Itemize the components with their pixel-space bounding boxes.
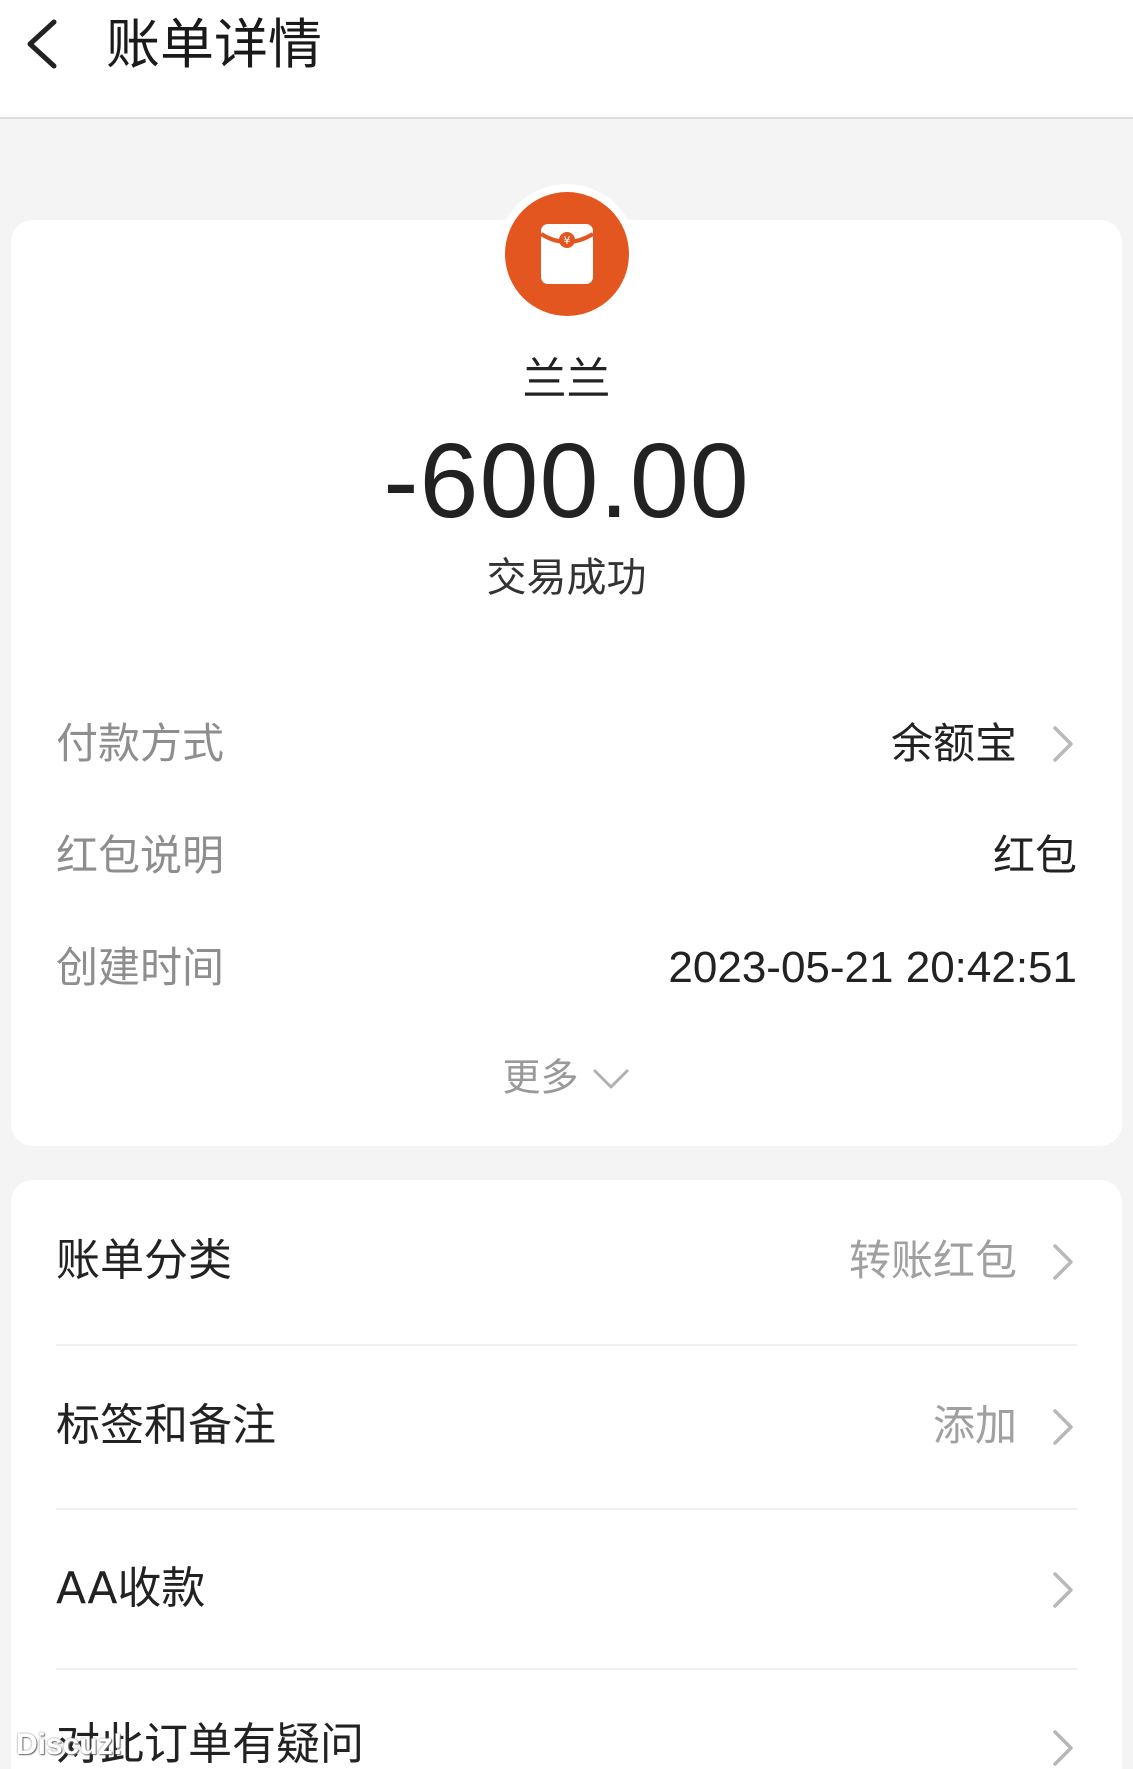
tags-notes-value[interactable]: 添加 [933, 1397, 1017, 1455]
bill-category-label[interactable]: 账单分类 [56, 1232, 232, 1290]
transaction-status: 交易成功 [486, 555, 647, 601]
chevron-right-icon[interactable] [1047, 1238, 1077, 1286]
more-toggle[interactable]: 更多 [0, 1050, 1133, 1103]
more-label: 更多 [502, 1055, 579, 1100]
divider [56, 1344, 1077, 1346]
tags-notes-label[interactable]: 标签和备注 [56, 1397, 276, 1455]
header-bar: 账单详情 [0, 0, 1133, 119]
chevron-left-icon[interactable] [16, 14, 76, 74]
payment-method-label: 付款方式 [56, 719, 225, 768]
red-envelope-icon: ¥ [505, 192, 629, 316]
divider [56, 1668, 1077, 1670]
created-time-label: 创建时间 [56, 943, 225, 992]
payee-name: 兰兰 [522, 354, 611, 405]
envelope-note-value: 红包 [992, 831, 1077, 880]
svg-text:¥: ¥ [564, 234, 571, 247]
page-title: 账单详情 [106, 13, 322, 76]
chevron-down-icon [593, 1069, 629, 1088]
transaction-amount: -600.00 [383, 422, 750, 540]
payment-method-value[interactable]: 余额宝 [891, 716, 1017, 772]
chevron-right-icon[interactable] [1047, 1566, 1077, 1614]
bill-category-value[interactable]: 转账红包 [849, 1232, 1017, 1290]
chevron-right-icon[interactable] [1047, 720, 1077, 768]
watermark: Discuz! [16, 1728, 123, 1761]
aa-collection-label[interactable]: AA收款 [56, 1560, 205, 1618]
envelope-note-label: 红包说明 [56, 831, 225, 880]
created-time-value: 2023-05-21 20:42:51 [668, 943, 1077, 992]
divider [56, 1508, 1077, 1510]
chevron-right-icon[interactable] [1047, 1724, 1077, 1769]
chevron-right-icon[interactable] [1047, 1403, 1077, 1451]
